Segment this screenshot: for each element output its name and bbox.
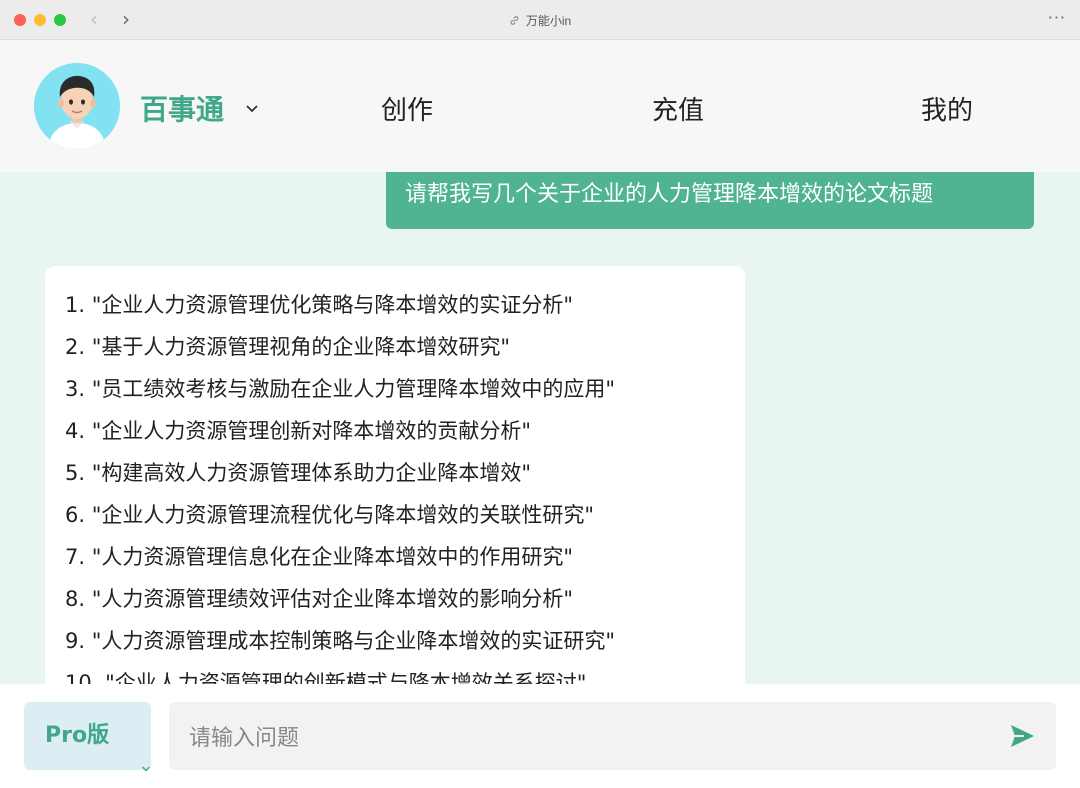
list-item: 5. "构建高效人力资源管理体系助力企业降本增效" xyxy=(65,461,532,485)
send-button[interactable] xyxy=(1007,721,1037,751)
app-header: 百事通 创作 充值 我的 xyxy=(0,40,1080,172)
version-select-button[interactable]: Pro版 xyxy=(24,702,151,772)
chevron-down-icon xyxy=(141,733,151,788)
list-item: 4. "企业人力资源管理创新对降本增效的贡献分析" xyxy=(65,419,532,443)
nav-create[interactable]: 创作 xyxy=(381,90,433,127)
list-item: 6. "企业人力资源管理流程优化与降本增效的关联性研究" xyxy=(65,503,595,527)
chevron-down-icon[interactable] xyxy=(244,100,260,119)
version-label: Pro版 xyxy=(45,723,110,748)
nav-mine[interactable]: 我的 xyxy=(921,90,973,127)
input-bar: Pro版 xyxy=(0,684,1080,788)
list-item: 8. "人力资源管理绩效评估对企业降本增效的影响分析" xyxy=(65,587,574,611)
link-icon xyxy=(509,15,520,29)
user-message-bubble: 请帮我写几个关于企业的人力管理降本增效的论文标题 xyxy=(386,172,1034,229)
bot-message-bubble: 1. "企业人力资源管理优化策略与降本增效的实证分析" 2. "基于人力资源管理… xyxy=(45,266,745,684)
question-input[interactable] xyxy=(189,716,989,760)
window-title-wrap: 万能小in xyxy=(0,12,1080,29)
user-message-text: 请帮我写几个关于企业的人力管理降本增效的论文标题 xyxy=(405,182,934,207)
paper-plane-icon xyxy=(1011,725,1034,747)
list-item: 1. "企业人力资源管理优化策略与降本增效的实证分析" xyxy=(65,293,574,317)
list-item: 7. "人力资源管理信息化在企业降本增效中的作用研究" xyxy=(65,545,574,569)
window-title: 万能小in xyxy=(525,14,572,28)
avatar[interactable] xyxy=(34,63,120,149)
list-item: 2. "基于人力资源管理视角的企业降本增效研究" xyxy=(65,335,511,359)
nav-recharge[interactable]: 充值 xyxy=(652,90,704,127)
list-item: 10. "企业人力资源管理的创新模式与降本增效关系探讨" xyxy=(65,671,587,684)
more-horizontal-icon[interactable]: ··· xyxy=(1048,8,1066,27)
chat-area: 请帮我写几个关于企业的人力管理降本增效的论文标题 1. "企业人力资源管理优化策… xyxy=(0,172,1080,684)
window-titlebar: ‹ › 万能小in ··· xyxy=(0,0,1080,40)
brand-name[interactable]: 百事通 xyxy=(140,88,224,128)
list-item: 9. "人力资源管理成本控制策略与企业降本增效的实证研究" xyxy=(65,629,616,653)
list-item: 3. "员工绩效考核与激励在企业人力管理降本增效中的应用" xyxy=(65,377,616,401)
question-input-box xyxy=(169,702,1056,770)
